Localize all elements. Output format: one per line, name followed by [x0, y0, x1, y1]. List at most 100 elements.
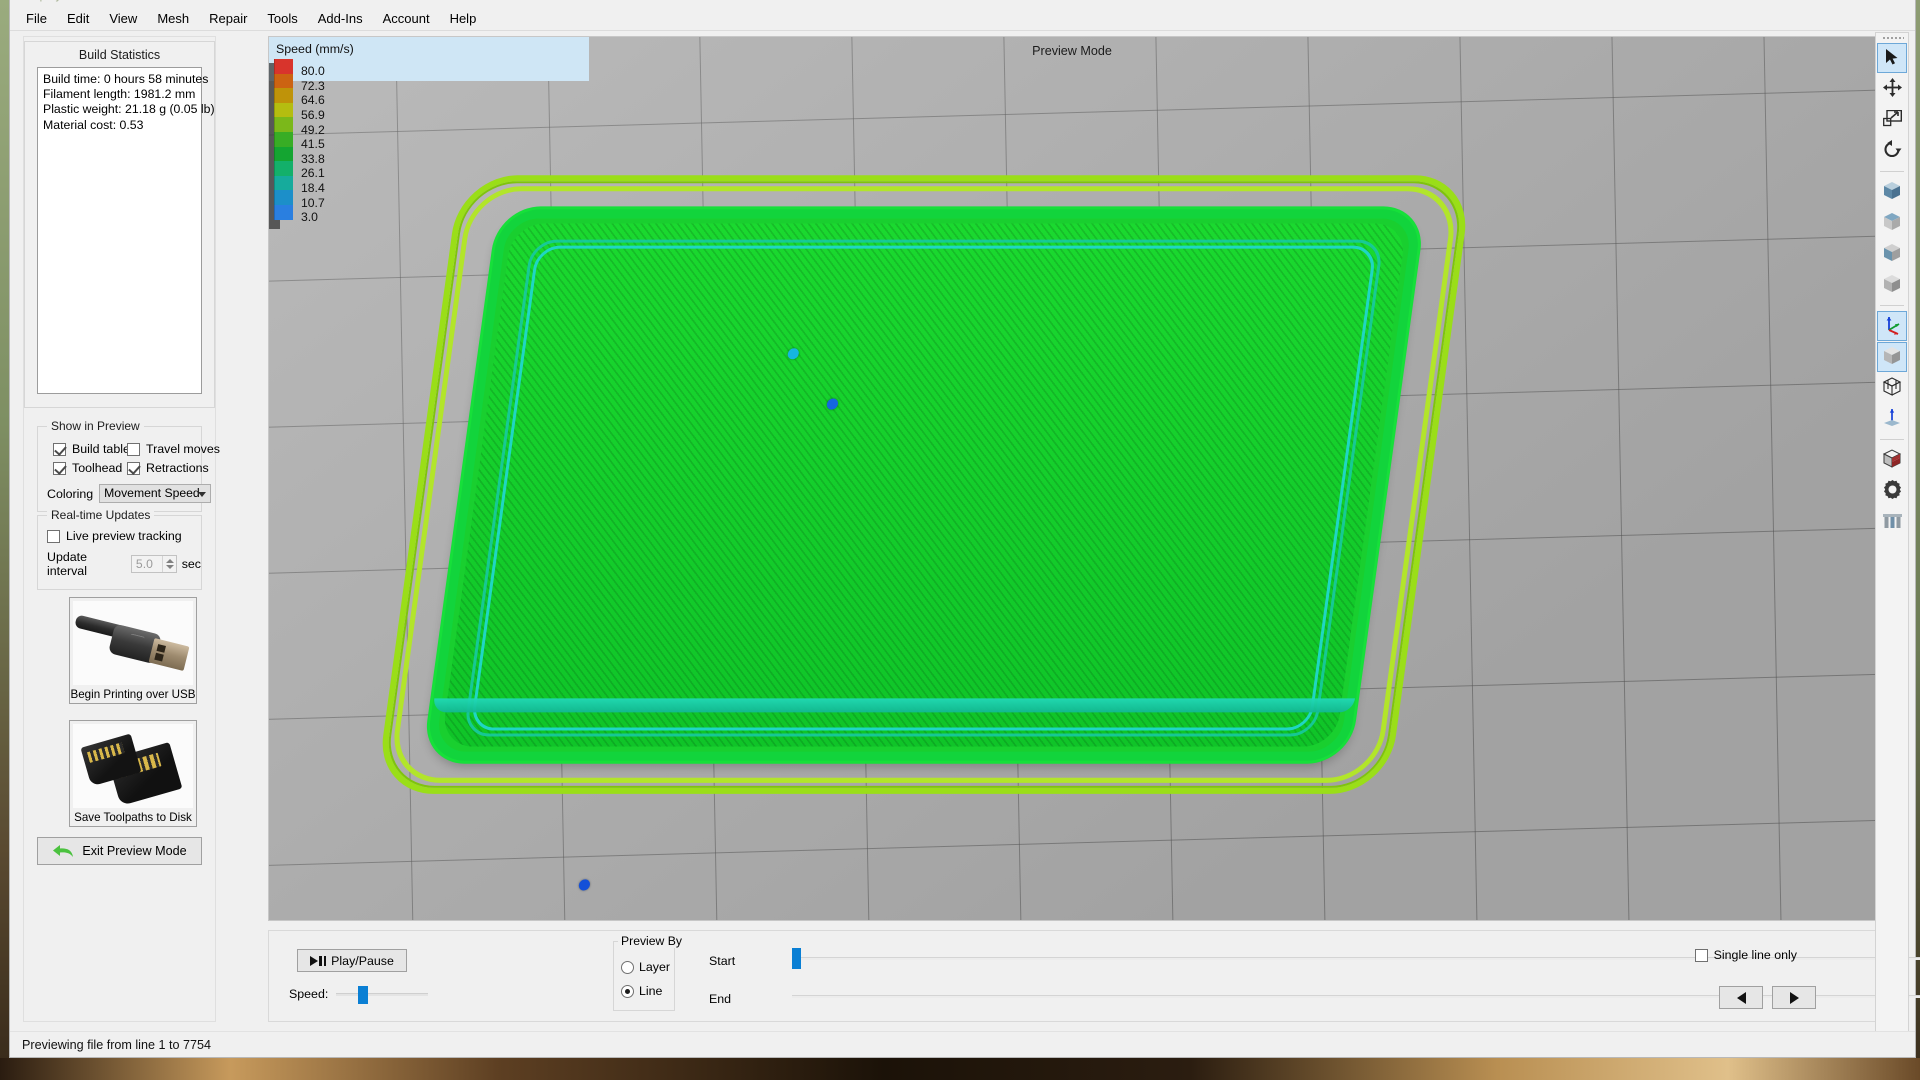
- build-statistics-box: Build time: 0 hours 58 minutes Filament …: [37, 67, 202, 394]
- wireframe-cube-icon: [1881, 377, 1903, 400]
- layers-button[interactable]: [1877, 507, 1907, 537]
- layers-icon: [1882, 511, 1903, 533]
- view-front-button[interactable]: [1877, 177, 1907, 207]
- show-in-preview-title: Show in Preview: [47, 419, 144, 433]
- settings-button[interactable]: [1877, 476, 1907, 506]
- legend-swatch: [274, 88, 293, 103]
- speed-slider-thumb[interactable]: [358, 986, 368, 1004]
- radio-layer[interactable]: Layer: [621, 960, 670, 974]
- retractions-label: Retractions: [146, 461, 209, 475]
- triangle-left-icon: [1737, 992, 1746, 1004]
- checkbox-travel-moves[interactable]: Travel moves: [127, 442, 220, 456]
- scale-icon: [1883, 110, 1902, 130]
- legend-title: Speed (mm/s): [276, 42, 354, 56]
- desktop-backdrop-right: [1916, 0, 1920, 1080]
- update-interval-unit: sec: [182, 557, 201, 571]
- legend-swatch: [274, 205, 293, 220]
- menu-item-help[interactable]: Help: [440, 8, 487, 30]
- toolbar-grip[interactable]: [1882, 36, 1904, 41]
- cross-section-cube-icon: [1881, 449, 1903, 472]
- coloring-row: Coloring Movement Speed: [47, 484, 211, 503]
- speed-slider-track[interactable]: [336, 993, 428, 996]
- radio-line[interactable]: Line: [621, 984, 662, 998]
- next-frame-button[interactable]: [1772, 986, 1816, 1009]
- start-slider-thumb[interactable]: [792, 948, 801, 969]
- view-iso-button[interactable]: [1877, 270, 1907, 300]
- speed-legend: Speed (mm/s) 80.0 72.3 64.6: [274, 42, 354, 220]
- rotate-tool-button[interactable]: [1877, 136, 1907, 166]
- exit-preview-mode-button[interactable]: Exit Preview Mode: [37, 837, 202, 865]
- desktop-backdrop-bottom: [0, 1058, 1920, 1080]
- status-bar: Previewing file from line 1 to 7754: [10, 1031, 1915, 1057]
- realtime-updates-title: Real-time Updates: [47, 508, 154, 522]
- 3d-viewport[interactable]: Preview Mode S: [268, 36, 1876, 921]
- stepper-down-icon[interactable]: [166, 565, 174, 569]
- checkbox-build-table[interactable]: Build table: [53, 442, 130, 456]
- solid-view-button[interactable]: [1877, 342, 1907, 372]
- select-tool-button[interactable]: [1877, 43, 1907, 73]
- toolhead-label: Toolhead: [72, 461, 122, 475]
- checkbox-live-preview-tracking[interactable]: Live preview tracking: [47, 529, 182, 543]
- legend-entry: 18.4: [274, 176, 354, 191]
- stat-filament-length: Filament length: 1981.2 mm: [43, 87, 196, 102]
- begin-printing-over-usb-button[interactable]: Begin Printing over USB: [69, 597, 197, 704]
- move-tool-button[interactable]: [1877, 74, 1907, 104]
- menu-item-account[interactable]: Account: [373, 8, 440, 30]
- save-toolpaths-to-disk-button[interactable]: Save Toolpaths to Disk: [69, 720, 197, 827]
- build-table-label: Build table: [72, 442, 130, 456]
- usb-connector-icon: [73, 601, 193, 685]
- menu-item-edit[interactable]: Edit: [57, 8, 99, 30]
- preview-by-title: Preview By: [618, 934, 685, 948]
- menu-item-view[interactable]: View: [99, 8, 147, 30]
- menu-item-mesh[interactable]: Mesh: [147, 8, 199, 30]
- speed-slider[interactable]: [336, 986, 428, 1002]
- checkbox-single-line-only[interactable]: Single line only: [1695, 948, 1797, 962]
- stepper-up-icon[interactable]: [166, 559, 174, 563]
- cube-top-icon: [1881, 212, 1903, 235]
- build-table-checkbox-box[interactable]: [53, 443, 66, 456]
- legend-entry: 26.1: [274, 161, 354, 176]
- wireframe-view-button[interactable]: [1877, 373, 1907, 403]
- chevron-down-icon: [198, 492, 206, 497]
- previous-frame-button[interactable]: [1719, 986, 1763, 1009]
- scale-tool-button[interactable]: [1877, 105, 1907, 135]
- menu-item-repair[interactable]: Repair: [199, 8, 257, 30]
- legend-swatch: [274, 132, 293, 147]
- checkbox-toolhead[interactable]: Toolhead: [53, 461, 122, 475]
- xyz-axes-icon: [1881, 314, 1903, 339]
- toolhead-checkbox-box[interactable]: [53, 462, 66, 475]
- cross-section-view-button[interactable]: [1877, 445, 1907, 475]
- preview-by-group: Preview By Layer Line: [613, 941, 675, 1011]
- legend-swatch: [274, 117, 293, 132]
- gear-icon: [1882, 479, 1903, 503]
- menu-item-tools[interactable]: Tools: [257, 8, 307, 30]
- realtime-updates-group: Real-time Updates Live preview tracking …: [37, 515, 202, 590]
- application-root: Simplify3D File Edit View Mesh Repair To…: [0, 0, 1920, 1080]
- legend-entry: 41.5: [274, 132, 354, 147]
- view-top-button[interactable]: [1877, 208, 1907, 238]
- sd-image: [73, 724, 193, 808]
- live-preview-checkbox-box[interactable]: [47, 530, 60, 543]
- normal-view-button[interactable]: [1877, 404, 1907, 434]
- checkbox-retractions[interactable]: Retractions: [127, 461, 209, 475]
- single-line-checkbox-box[interactable]: [1695, 949, 1708, 962]
- line-radio-button[interactable]: [621, 985, 634, 998]
- coloring-select[interactable]: Movement Speed: [99, 484, 211, 503]
- view-side-button[interactable]: [1877, 239, 1907, 269]
- axes-toggle-button[interactable]: [1877, 311, 1907, 341]
- update-interval-stepper[interactable]: 5.0: [131, 555, 177, 573]
- build-plate-shading: [268, 36, 1876, 921]
- play-pause-button[interactable]: Play/Pause: [297, 949, 407, 972]
- travel-moves-checkbox-box[interactable]: [127, 443, 140, 456]
- legend-swatch: [274, 176, 293, 191]
- stepper-buttons[interactable]: [162, 556, 176, 572]
- layer-radio-button[interactable]: [621, 961, 634, 974]
- retractions-checkbox-box[interactable]: [127, 462, 140, 475]
- menu-item-addins[interactable]: Add-Ins: [308, 8, 373, 30]
- legend-swatch: [274, 161, 293, 176]
- travel-moves-label: Travel moves: [146, 442, 220, 456]
- usb-button-caption: Begin Printing over USB: [70, 688, 196, 701]
- menu-item-file[interactable]: File: [16, 8, 57, 30]
- viewport-mode-title: Preview Mode: [269, 44, 1875, 58]
- status-text: Previewing file from line 1 to 7754: [22, 1038, 211, 1052]
